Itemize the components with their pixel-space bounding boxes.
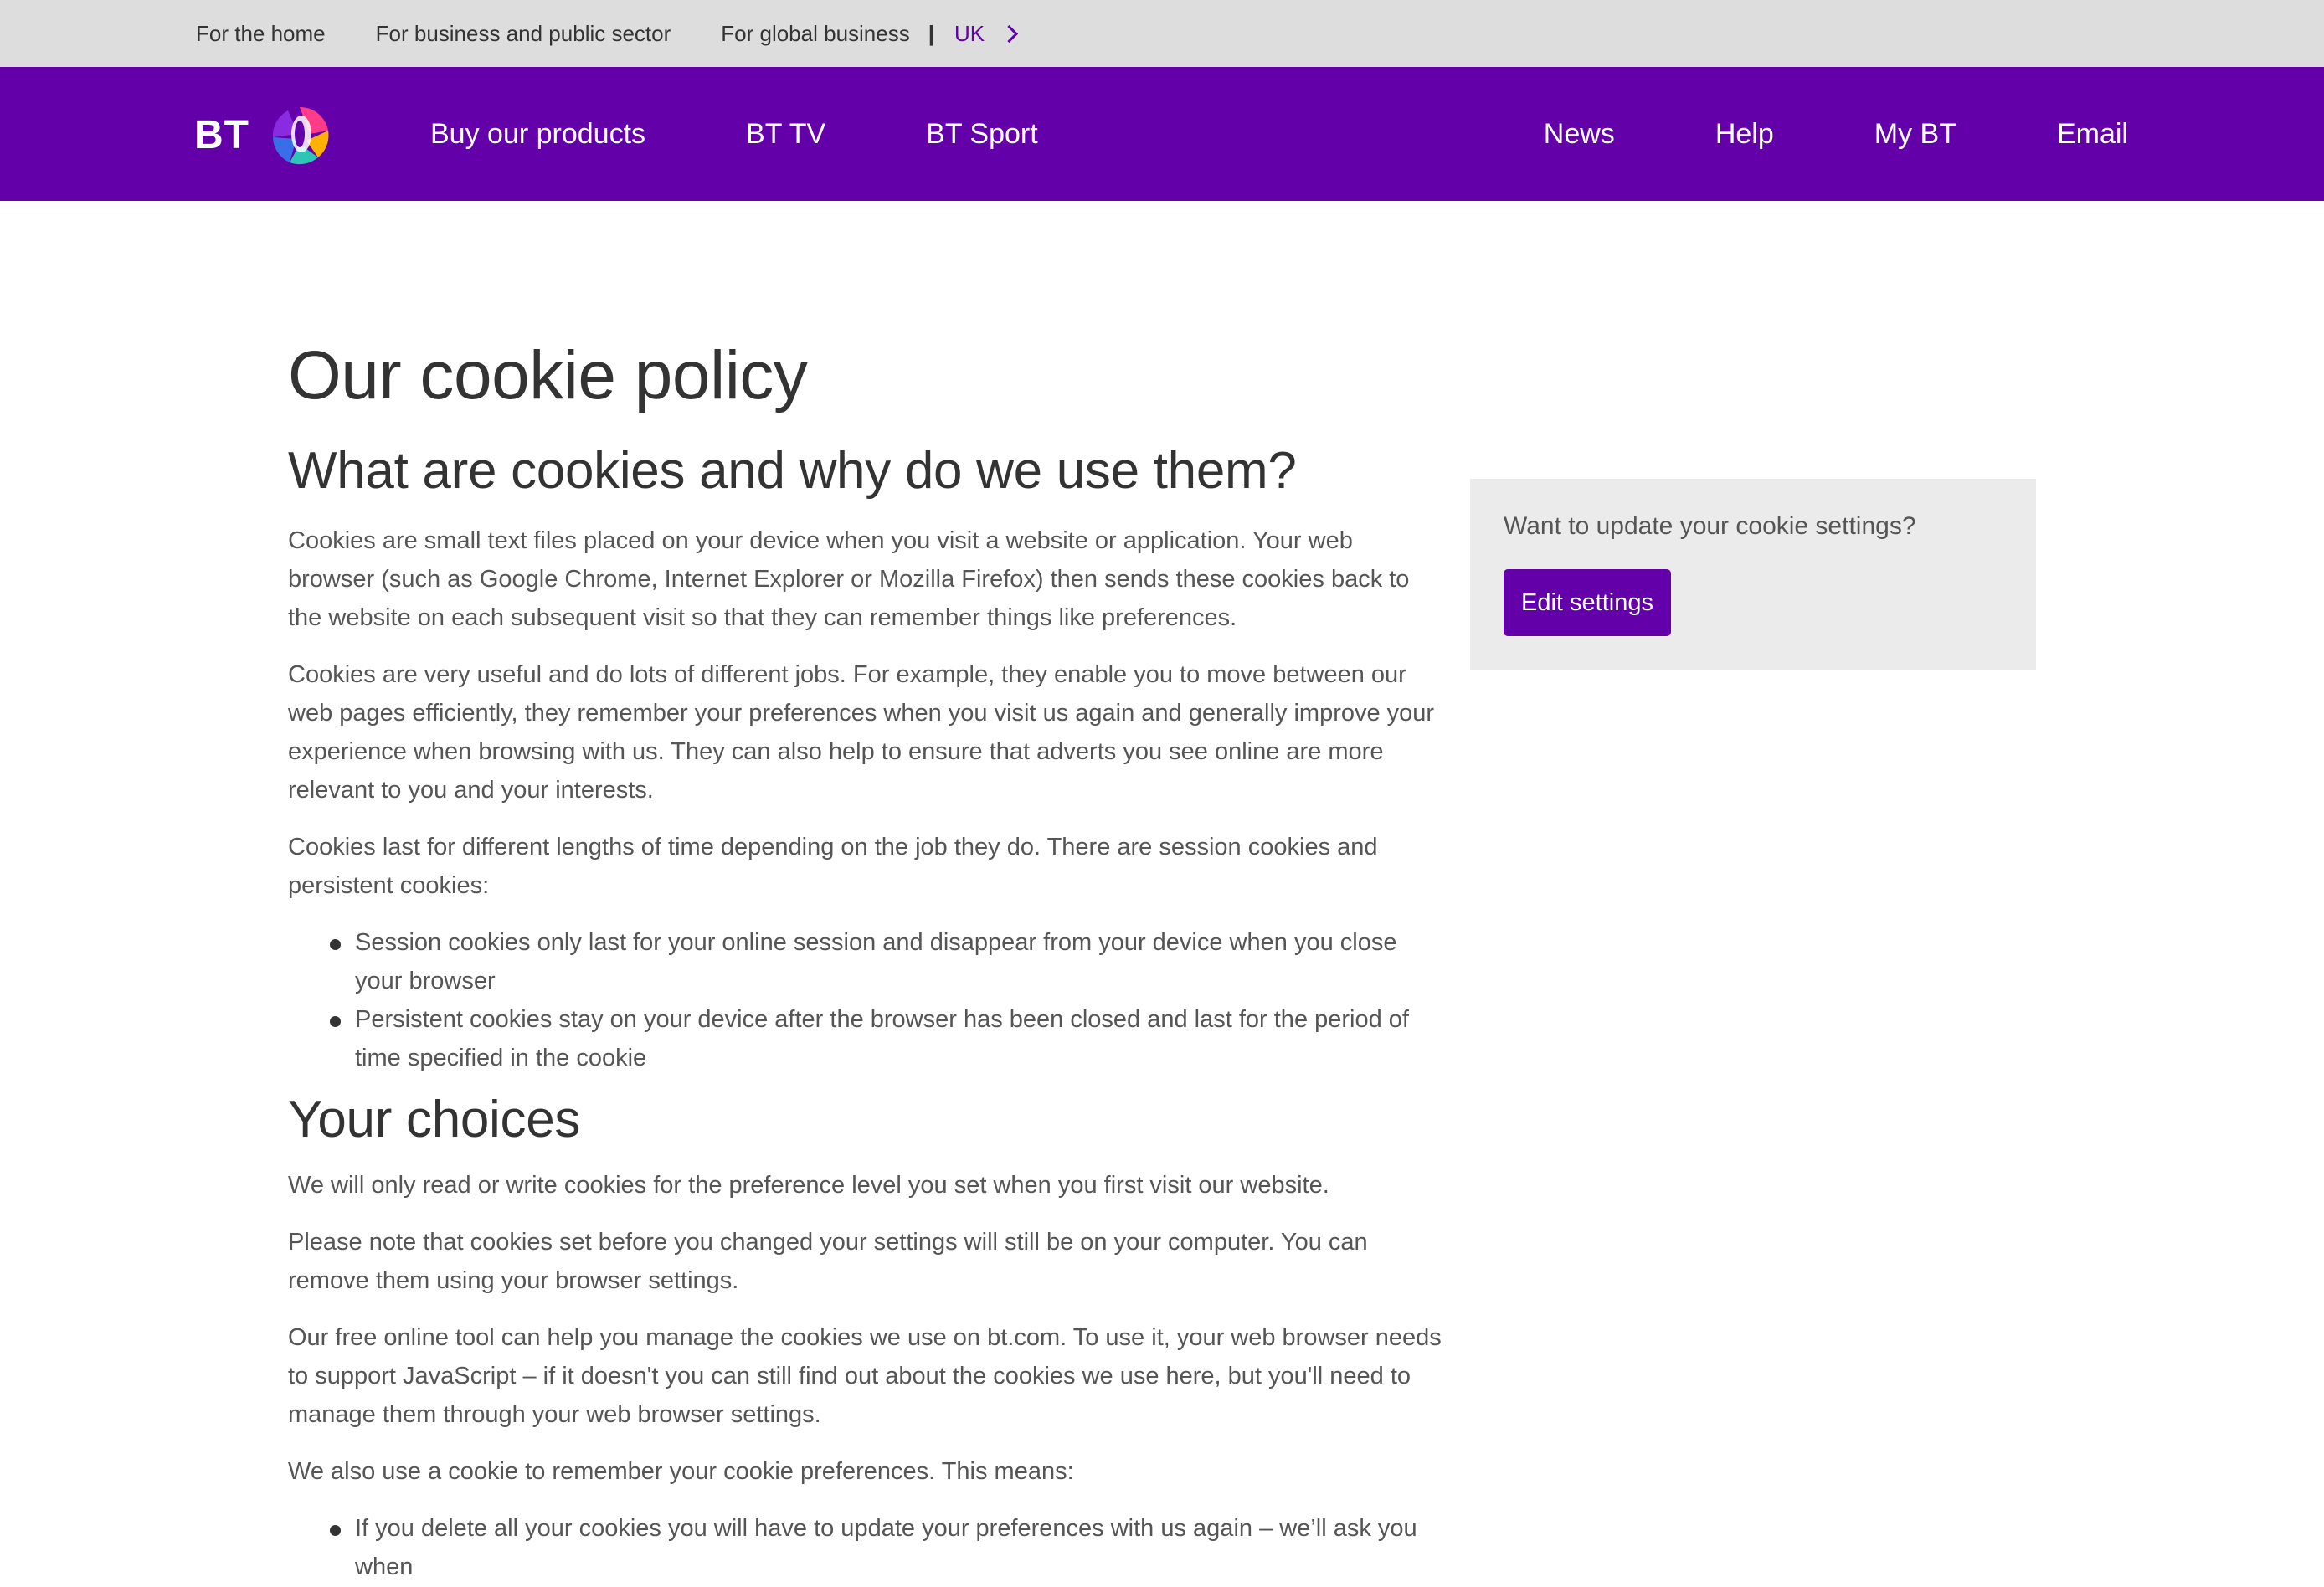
section-heading-your-choices: Your choices [288,1090,581,1148]
secondary-nav: News Help My BT Email [1443,67,2128,201]
paragraph: Please note that cookies set before you … [288,1229,1368,1295]
paragraph: Our free online tool can help you manage… [288,1324,1442,1429]
nav-buy-our-products[interactable]: Buy our products [430,118,645,151]
bullet-icon [330,938,341,950]
list-item: Persistent cookies stay on your device a… [288,1000,1443,1077]
cookie-preferences-list: If you delete all your cookies you will … [288,1509,1443,1586]
bt-globe-icon [271,106,329,165]
bullet-icon [330,1015,341,1027]
list-item: If you delete all your cookies you will … [288,1509,1443,1586]
list-item-text: Persistent cookies stay on your device a… [355,1005,1409,1071]
cookie-settings-panel: Want to update your cookie settings? Edi… [1470,479,2036,670]
edit-settings-button[interactable]: Edit settings [1504,569,1671,636]
cookie-types-list: Session cookies only last for your onlin… [288,923,1443,1077]
link-business-public-sector[interactable]: For business and public sector [376,21,671,47]
list-item: Session cookies only last for your onlin… [288,923,1443,1000]
region-label: UK [954,20,985,46]
primary-nav: Buy our products BT TV BT Sport [430,67,1139,201]
paragraph: Cookies are very useful and do lots of d… [288,660,1435,804]
nav-bt-tv[interactable]: BT TV [746,118,825,151]
paragraph: Cookies are small text files placed on y… [288,526,1410,631]
page-title: Our cookie policy [288,337,808,413]
logo-wordmark: BT [194,113,249,157]
main-content: Our cookie policy What are cookies and w… [288,335,1443,1586]
nav-bt-sport[interactable]: BT Sport [926,118,1038,151]
divider: | [928,20,935,46]
nav-my-bt[interactable]: My BT [1874,118,1956,151]
paragraph: We also use a cookie to remember your co… [288,1458,1074,1486]
list-item-text: Session cookies only last for your onlin… [355,928,1397,994]
bullet-icon [330,1525,341,1537]
link-global-business[interactable]: For global business [721,21,909,47]
paragraph: We will only read or write cookies for t… [288,1172,1329,1199]
nav-email[interactable]: Email [2057,118,2128,151]
link-for-the-home[interactable]: For the home [196,21,326,47]
paragraph: Cookies last for different lengths of ti… [288,833,1378,899]
cookie-settings-prompt: Want to update your cookie settings? [1504,512,1916,540]
region-selector[interactable]: UK [954,20,1019,47]
nav-help[interactable]: Help [1715,118,1774,151]
chevron-right-icon [1000,24,1019,43]
main-navigation: BT Buy our products BT TV BT Sport News … [0,67,2324,201]
utility-links: For the home For business and public sec… [196,0,1019,67]
section-heading-what-are-cookies: What are cookies and why do we use them? [288,442,1297,501]
utility-bar: For the home For business and public sec… [0,0,2324,67]
nav-news[interactable]: News [1544,118,1615,151]
bt-logo[interactable]: BT [194,97,333,171]
list-item-text: If you delete all your cookies you will … [355,1515,1417,1581]
